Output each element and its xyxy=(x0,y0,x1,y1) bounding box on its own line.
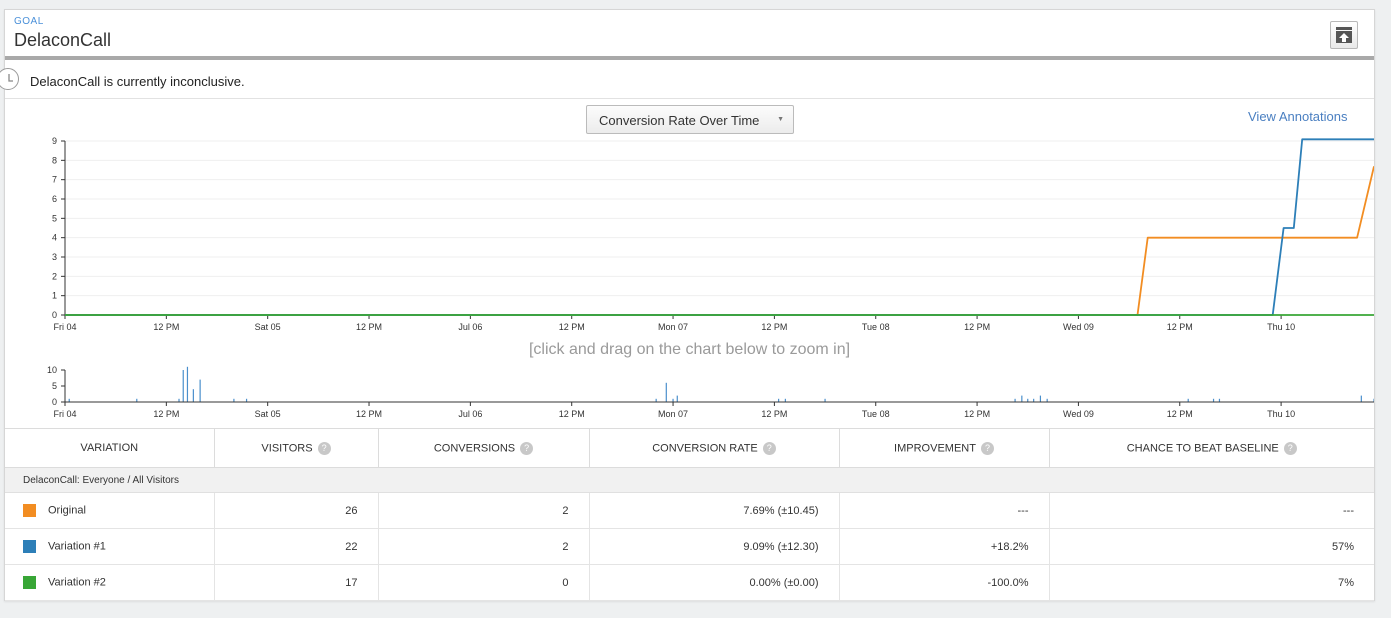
help-icon[interactable]: ? xyxy=(762,441,776,455)
main-chart-series xyxy=(65,138,1374,316)
variation-cell: Variation #2 xyxy=(5,564,215,601)
y-tick-label: 9 xyxy=(52,136,57,146)
header-improvement: IMPROVEMENT? xyxy=(839,428,1050,468)
conversion-rate-cell: 0.00% (±0.00) xyxy=(589,564,840,601)
chance-cell: 57% xyxy=(1049,528,1374,565)
y-tick-label: 0 xyxy=(52,310,57,320)
nav-x-tick-label: 12 PM xyxy=(356,409,382,419)
nav-x-tick-label: Thu 10 xyxy=(1267,409,1295,419)
x-tick-label: Sat 05 xyxy=(255,322,281,332)
variation-name: Variation #1 xyxy=(48,540,106,553)
header-label: CHANCE TO BEAT BASELINE xyxy=(1126,441,1279,454)
results-table: VARIATION VISITORS? CONVERSIONS? CONVERS… xyxy=(5,428,1374,601)
help-icon[interactable]: ? xyxy=(520,441,534,455)
header-visitors: VISITORS? xyxy=(214,428,379,468)
nav-x-tick-label: 12 PM xyxy=(761,409,787,419)
conversions-cell: 2 xyxy=(378,492,590,529)
x-tick-label: 12 PM xyxy=(153,322,179,332)
visitors-cell: 17 xyxy=(214,564,379,601)
zoom-hint: [click and drag on the chart below to zo… xyxy=(528,341,851,358)
x-tick-label: 12 PM xyxy=(1167,322,1193,332)
nav-y-tick-label: 10 xyxy=(47,365,57,375)
variation-name: Original xyxy=(48,504,86,517)
nav-x-tick-label: 12 PM xyxy=(1167,409,1193,419)
variation-cell: Original xyxy=(5,492,215,529)
y-tick-label: 4 xyxy=(52,233,57,243)
color-swatch xyxy=(23,504,36,517)
improvement-cell: +18.2% xyxy=(839,528,1050,565)
conversions-cell: 0 xyxy=(378,564,590,601)
header-conversions: CONVERSIONS? xyxy=(378,428,590,468)
variation-cell: Variation #1 xyxy=(5,528,215,565)
navigator-chart[interactable]: 0 5 10 Fri 04 12 PM Sat 05 12 PM Jul 06 12 PM Mon… xyxy=(47,365,1374,419)
x-tick-label: Mon 07 xyxy=(658,322,688,332)
conversion-rate-cell: 9.09% (±12.30) xyxy=(589,528,840,565)
y-tick-label: 3 xyxy=(52,252,57,262)
series-line-1 xyxy=(65,138,1374,316)
visitors-cell: 26 xyxy=(214,492,379,529)
visitors-cell: 22 xyxy=(214,528,379,565)
table-header-row: VARIATION VISITORS? CONVERSIONS? CONVERS… xyxy=(5,428,1374,468)
chance-cell: 7% xyxy=(1049,564,1374,601)
x-tick-label: Wed 09 xyxy=(1063,322,1094,332)
chance-cell: --- xyxy=(1049,492,1374,529)
y-tick-label: 7 xyxy=(52,175,57,185)
color-swatch xyxy=(23,540,36,553)
main-chart-grid xyxy=(65,140,1374,297)
improvement-cell: -100.0% xyxy=(839,564,1050,601)
series-line-0 xyxy=(65,166,1374,316)
header-label: CONVERSIONS xyxy=(433,441,516,454)
x-tick-label: 12 PM xyxy=(761,322,787,332)
header-label: VISITORS xyxy=(261,441,313,454)
help-icon[interactable]: ? xyxy=(317,441,331,455)
color-swatch xyxy=(23,576,36,589)
nav-x-tick-label: Tue 08 xyxy=(862,409,890,419)
table-row[interactable]: Original 26 2 7.69% (±10.45) --- --- xyxy=(5,492,1374,529)
conversion-rate-cell: 7.69% (±10.45) xyxy=(589,492,840,529)
x-tick-label: Thu 10 xyxy=(1267,322,1295,332)
x-tick-label: Tue 08 xyxy=(862,322,890,332)
conversion-rate-chart[interactable]: 0 1 2 3 4 5 6 7 8 9 Fri 04 12 PM Sat 05 12 PM Jul 06 12… xyxy=(5,10,1374,425)
y-tick-label: 8 xyxy=(52,155,57,165)
help-icon[interactable]: ? xyxy=(980,441,994,455)
y-tick-label: 2 xyxy=(52,271,57,281)
table-row[interactable]: Variation #1 22 2 9.09% (±12.30) +18.2% … xyxy=(5,528,1374,565)
main-chart-axes: 0 1 2 3 4 5 6 7 8 9 Fri 04 12 PM Sat 05 12 PM Jul 06 12… xyxy=(52,136,1374,332)
x-tick-label: 12 PM xyxy=(356,322,382,332)
nav-x-tick-label: 12 PM xyxy=(964,409,990,419)
header-label: IMPROVEMENT xyxy=(894,441,976,454)
nav-y-tick-label: 5 xyxy=(52,381,57,391)
nav-x-tick-label: Wed 09 xyxy=(1063,409,1094,419)
header-conversion-rate: CONVERSION RATE? xyxy=(589,428,840,468)
nav-y-tick-label: 0 xyxy=(52,397,57,407)
nav-x-tick-label: 12 PM xyxy=(153,409,179,419)
nav-x-tick-label: Fri 04 xyxy=(53,409,76,419)
header-label: VARIATION xyxy=(80,442,139,454)
audience-group-row: DelaconCall: Everyone / All Visitors xyxy=(5,467,1374,493)
improvement-cell: --- xyxy=(839,492,1050,529)
nav-x-tick-label: Jul 06 xyxy=(458,409,482,419)
header-label: CONVERSION RATE xyxy=(652,441,758,454)
table-row[interactable]: Variation #2 17 0 0.00% (±0.00) -100.0% … xyxy=(5,564,1374,601)
goal-panel: GOAL DelaconCall DelaconCall is currentl… xyxy=(0,9,1375,601)
header-chance-to-beat-baseline: CHANCE TO BEAT BASELINE? xyxy=(1049,428,1374,468)
y-tick-label: 5 xyxy=(52,213,57,223)
y-tick-label: 6 xyxy=(52,194,57,204)
nav-x-tick-label: Sat 05 xyxy=(255,409,281,419)
x-tick-label: 12 PM xyxy=(964,322,990,332)
x-tick-label: Jul 06 xyxy=(458,322,482,332)
nav-x-tick-label: 12 PM xyxy=(559,409,585,419)
audience-group-label: DelaconCall: Everyone / All Visitors xyxy=(5,467,1374,493)
help-icon[interactable]: ? xyxy=(1283,441,1297,455)
x-tick-label: Fri 04 xyxy=(53,322,76,332)
y-tick-label: 1 xyxy=(52,291,57,301)
nav-x-tick-label: Mon 07 xyxy=(658,409,688,419)
header-variation: VARIATION xyxy=(5,428,215,468)
x-tick-label: 12 PM xyxy=(559,322,585,332)
variation-name: Variation #2 xyxy=(48,576,106,589)
conversions-cell: 2 xyxy=(378,528,590,565)
